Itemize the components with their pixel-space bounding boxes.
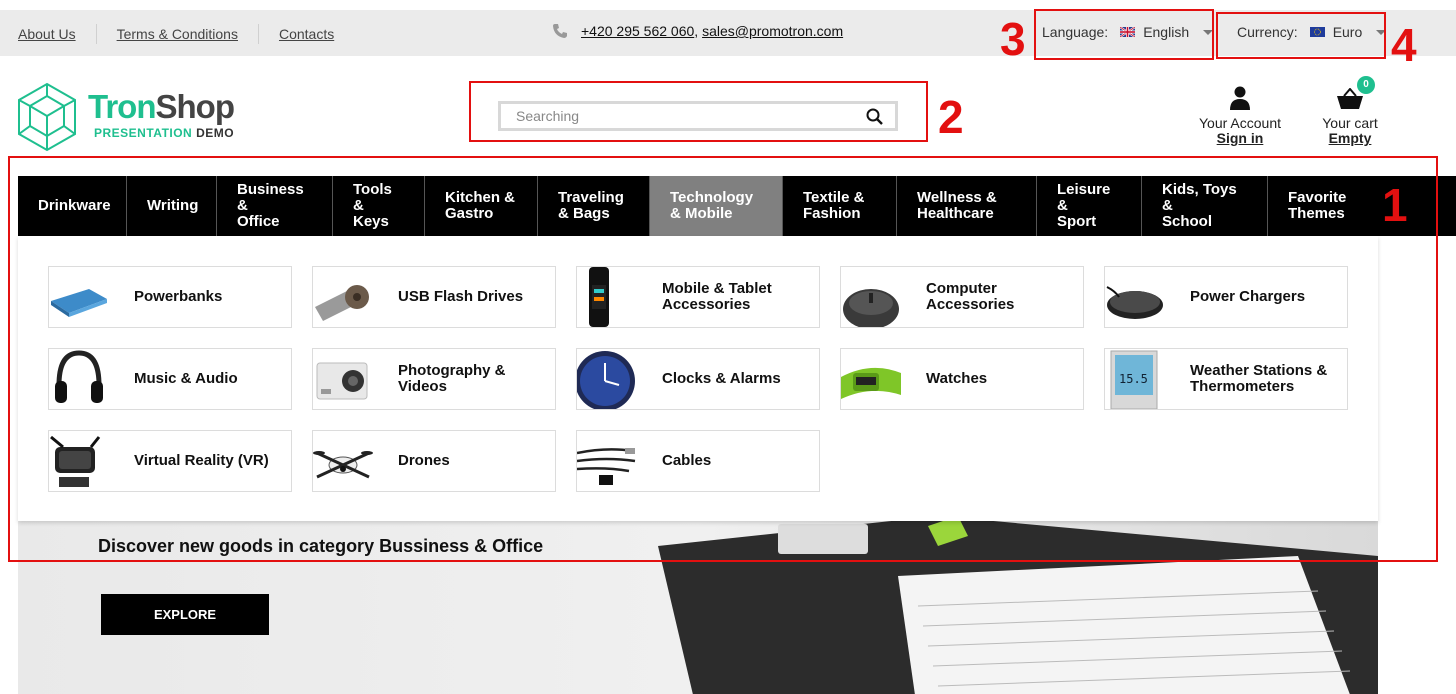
- annotation-number-4: 4: [1391, 19, 1417, 71]
- top-links: About Us Terms & Conditions Contacts: [18, 24, 334, 44]
- cart-widget[interactable]: 0 Your cart Empty: [1315, 76, 1385, 145]
- contacts-link[interactable]: Contacts: [279, 26, 334, 42]
- annotation-box-4: [1216, 12, 1386, 59]
- contact-info: +420 295 562 060, sales@promotron.com: [552, 23, 843, 39]
- cart-empty-link[interactable]: Empty: [1315, 131, 1385, 145]
- logo-cube-icon: [18, 82, 76, 152]
- account-label: Your Account: [1199, 115, 1281, 131]
- phone-link[interactable]: +420 295 562 060: [581, 23, 694, 39]
- annotation-number-3: 3: [1000, 13, 1026, 65]
- cart-count-badge: 0: [1357, 76, 1375, 94]
- sign-in-link[interactable]: Sign in: [1190, 131, 1290, 145]
- terms-link[interactable]: Terms & Conditions: [117, 26, 238, 42]
- phone-icon: [553, 24, 567, 38]
- logo[interactable]: TronShop PRESENTATION DEMO: [16, 80, 246, 152]
- annotation-number-1: 1: [1382, 179, 1408, 231]
- divider: [257, 24, 259, 44]
- user-icon: [1230, 86, 1250, 110]
- logo-text: TronShop: [88, 88, 235, 125]
- account-widget[interactable]: Your Account Sign in: [1190, 86, 1290, 145]
- email-link[interactable]: sales@promotron.com: [702, 23, 843, 39]
- about-us-link[interactable]: About Us: [18, 26, 76, 42]
- divider: [95, 24, 97, 44]
- annotation-box-2: [469, 81, 928, 142]
- annotation-number-2: 2: [938, 91, 964, 143]
- annotation-box-1: [8, 156, 1438, 562]
- cart-label: Your cart: [1322, 115, 1378, 131]
- explore-button[interactable]: EXPLORE: [101, 594, 269, 635]
- logo-subtitle: PRESENTATION DEMO: [94, 126, 235, 140]
- annotation-box-3: [1034, 9, 1214, 60]
